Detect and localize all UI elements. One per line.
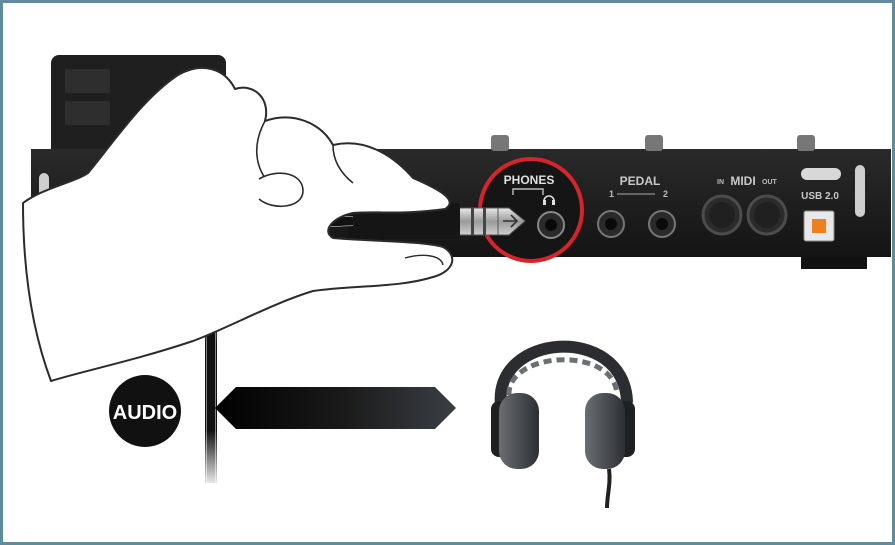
pedal-jack-2	[648, 210, 676, 238]
top-knob	[645, 135, 663, 151]
usb-label: USB 2.0	[801, 191, 839, 202]
midi-out-label: OUT	[762, 179, 778, 186]
top-knob	[491, 135, 509, 151]
top-knob	[797, 135, 815, 151]
pedal-jack-1	[597, 210, 625, 238]
usb-port	[803, 210, 835, 242]
midi-in-port	[701, 194, 743, 236]
connection-diagram: P 8 PEDAL 1 2 IN MIDI OUT USB 2.	[22, 55, 891, 509]
audio-label: AUDIO	[113, 402, 177, 424]
pedal-port-label: 2	[663, 189, 668, 199]
midi-in-label: IN	[717, 179, 724, 186]
pedal-label: PEDAL	[620, 174, 661, 188]
headphones-icon	[491, 340, 635, 509]
phones-label: PHONES	[504, 173, 555, 187]
signal-arrow	[215, 387, 456, 429]
pedal-port-label: 1	[609, 189, 614, 199]
midi-out-port	[746, 194, 788, 236]
right-handle	[855, 165, 865, 217]
phones-jack	[537, 211, 565, 239]
audio-callout: AUDIO	[109, 375, 456, 447]
midi-label: MIDI	[730, 174, 755, 188]
diagram-frame: P 8 PEDAL 1 2 IN MIDI OUT USB 2.	[0, 0, 895, 545]
